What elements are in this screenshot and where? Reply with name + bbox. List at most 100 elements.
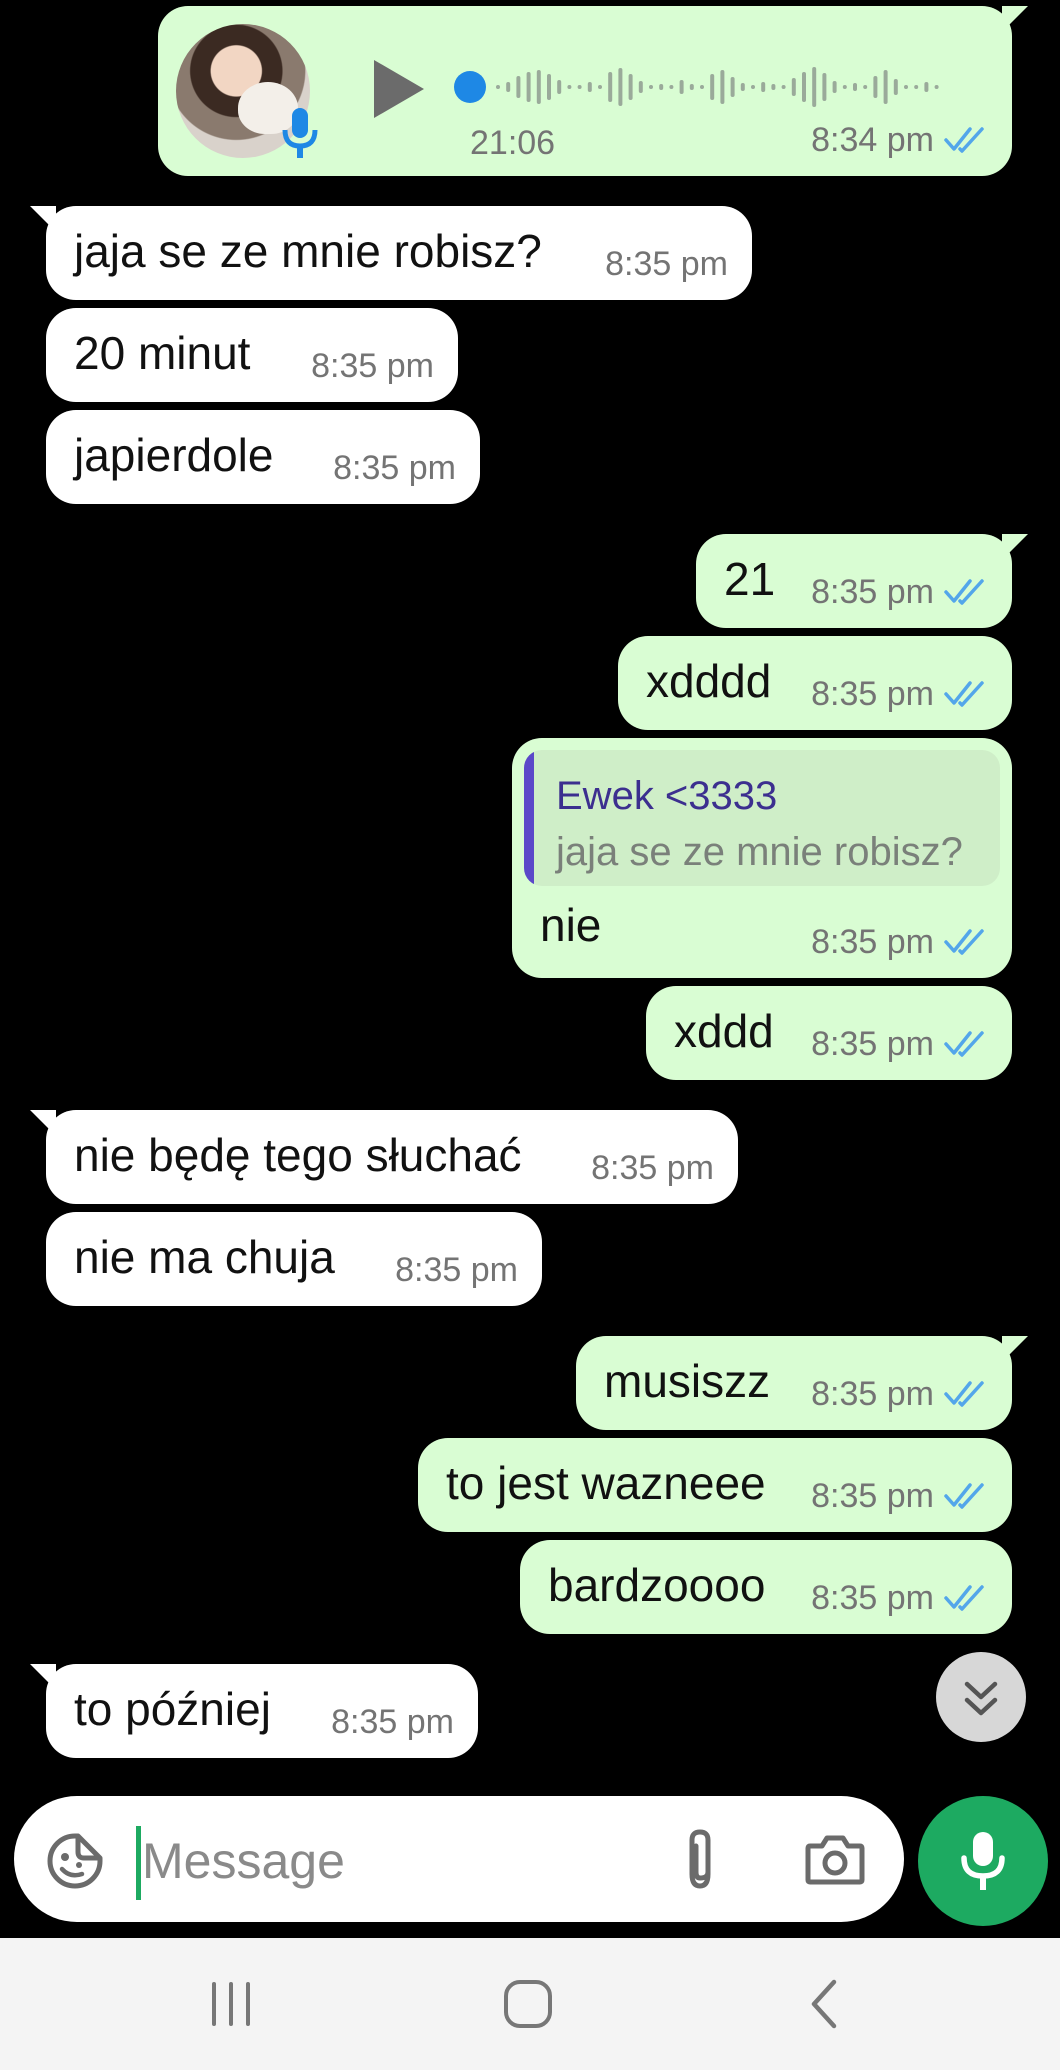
waveform-bar bbox=[771, 84, 776, 90]
camera-icon[interactable] bbox=[804, 1832, 866, 1888]
waveform-bar bbox=[863, 85, 868, 89]
message-time: 8:35 pm bbox=[311, 347, 434, 385]
waveform-bar bbox=[924, 82, 929, 92]
waveform-bar bbox=[904, 85, 908, 89]
message-time: 8:35 pm bbox=[811, 1477, 934, 1515]
waveform-bar bbox=[893, 79, 898, 95]
waveform-bar bbox=[842, 85, 847, 89]
waveform-bar bbox=[679, 80, 684, 94]
microphone-icon bbox=[961, 1832, 1005, 1890]
waveform[interactable] bbox=[450, 46, 970, 128]
double-check-icon bbox=[944, 1483, 984, 1509]
waveform-bar bbox=[751, 85, 755, 89]
waveform-bar bbox=[934, 85, 939, 89]
message-time: 8:35 pm bbox=[811, 1375, 934, 1413]
message-time: 8:34 pm bbox=[811, 121, 934, 159]
message-time: 8:35 pm bbox=[811, 1025, 934, 1063]
message-text: nie będę tego słuchać bbox=[74, 1129, 522, 1181]
message-time: 8:35 pm bbox=[811, 675, 934, 713]
message-time: 8:35 pm bbox=[333, 449, 456, 487]
waveform-bar bbox=[638, 81, 643, 93]
message-text: nie ma chuja bbox=[74, 1231, 335, 1283]
voice-duration: 21:06 bbox=[470, 124, 556, 162]
waveform-bar bbox=[730, 77, 735, 97]
waveform-bar bbox=[506, 82, 511, 92]
message-text: nie bbox=[540, 899, 602, 951]
quoted-sender-name: Ewek <3333 bbox=[556, 774, 778, 818]
waveform-bar bbox=[802, 72, 806, 102]
home-button[interactable] bbox=[500, 1976, 556, 2032]
double-check-icon bbox=[944, 1585, 984, 1611]
message-text: 21 bbox=[724, 553, 776, 605]
waveform-bar bbox=[873, 76, 878, 98]
message-composer bbox=[14, 1796, 904, 1922]
double-chevron-down-icon bbox=[964, 1681, 998, 1716]
waveform-bar bbox=[536, 70, 541, 104]
message-bubble[interactable]: nie będę tego słuchać 8:35 pm bbox=[30, 1110, 738, 1204]
message-bubble[interactable]: jaja se ze mnie robisz? 8:35 pm bbox=[30, 206, 752, 300]
voice-message[interactable]: 21:06 8:34 pm bbox=[158, 6, 1028, 176]
waveform-bar bbox=[761, 82, 766, 92]
message-text: 20 minut bbox=[74, 327, 251, 379]
message-time: 8:35 pm bbox=[331, 1703, 454, 1741]
paperclip-icon[interactable] bbox=[674, 1826, 726, 1892]
waveform-bar bbox=[791, 78, 796, 96]
message-text: xdddd bbox=[646, 655, 772, 707]
message-text: jaja se ze mnie robisz? bbox=[74, 225, 542, 277]
waveform-bar bbox=[710, 74, 715, 100]
double-check-icon bbox=[944, 1031, 984, 1057]
message-bubble[interactable]: musiszz 8:35 pm bbox=[576, 1336, 1028, 1430]
microphone-icon bbox=[282, 108, 318, 158]
message-text: to później bbox=[74, 1683, 271, 1735]
double-check-icon bbox=[944, 1381, 984, 1407]
scroll-to-bottom-button[interactable] bbox=[936, 1652, 1026, 1742]
waveform-bar bbox=[567, 85, 572, 89]
sticker-icon[interactable] bbox=[46, 1832, 104, 1890]
waveform-bar bbox=[618, 68, 623, 106]
message-bubble[interactable]: 21 8:35 pm bbox=[696, 534, 1028, 628]
waveform-bar bbox=[577, 85, 582, 89]
message-time: 8:35 pm bbox=[605, 245, 728, 283]
message-bubble[interactable]: to później 8:35 pm bbox=[30, 1664, 478, 1758]
waveform-bar bbox=[914, 85, 919, 89]
recent-apps-button[interactable] bbox=[206, 1976, 256, 2032]
waveform-bar bbox=[659, 84, 664, 90]
play-icon[interactable] bbox=[368, 56, 428, 122]
waveform-bar bbox=[628, 74, 633, 100]
quoted-text: jaja se ze mnie robisz? bbox=[556, 830, 963, 874]
quote-bar bbox=[524, 750, 534, 886]
waveform-bar bbox=[853, 83, 857, 91]
waveform-bar bbox=[598, 85, 602, 89]
waveform-bar bbox=[516, 76, 521, 98]
message-text: to jest wazneee bbox=[446, 1457, 766, 1509]
waveform-bar bbox=[883, 70, 888, 104]
double-check-icon bbox=[944, 127, 984, 153]
waveform-bar bbox=[812, 67, 817, 107]
message-bubble[interactable]: japierdole 8:35 pm bbox=[46, 410, 480, 504]
message-input[interactable] bbox=[140, 1822, 664, 1900]
waveform-bar bbox=[822, 73, 827, 101]
quoted-message[interactable]: Ewek <3333 jaja se ze mnie robisz? bbox=[524, 750, 1000, 886]
message-text: bardzoooo bbox=[548, 1559, 766, 1611]
waveform-bar bbox=[587, 82, 592, 92]
playhead bbox=[454, 71, 486, 103]
double-check-icon bbox=[944, 681, 984, 707]
waveform-bar bbox=[608, 72, 613, 102]
message-bubble[interactable]: 20 minut 8:35 pm bbox=[46, 308, 458, 402]
reply-message-bubble[interactable]: Ewek <3333 jaja se ze mnie robisz? nie 8… bbox=[512, 738, 1012, 978]
waveform-bar bbox=[526, 72, 531, 102]
message-bubble[interactable]: to jest wazneee 8:35 pm bbox=[418, 1438, 1012, 1532]
waveform-bar bbox=[557, 80, 562, 94]
message-bubble[interactable]: nie ma chuja 8:35 pm bbox=[46, 1212, 542, 1306]
voice-record-button[interactable] bbox=[918, 1796, 1048, 1926]
message-time: 8:35 pm bbox=[811, 1579, 934, 1617]
system-navigation-bar bbox=[0, 1938, 1060, 2070]
waveform-bar bbox=[700, 85, 704, 89]
waveform-bar bbox=[649, 85, 653, 89]
message-bubble[interactable]: xddd 8:35 pm bbox=[646, 986, 1012, 1080]
back-button[interactable] bbox=[804, 1976, 844, 2032]
message-time: 8:35 pm bbox=[395, 1251, 518, 1289]
waveform-bar bbox=[689, 84, 694, 90]
message-bubble[interactable]: xdddd 8:35 pm bbox=[618, 636, 1012, 730]
message-bubble[interactable]: bardzoooo 8:35 pm bbox=[520, 1540, 1012, 1634]
